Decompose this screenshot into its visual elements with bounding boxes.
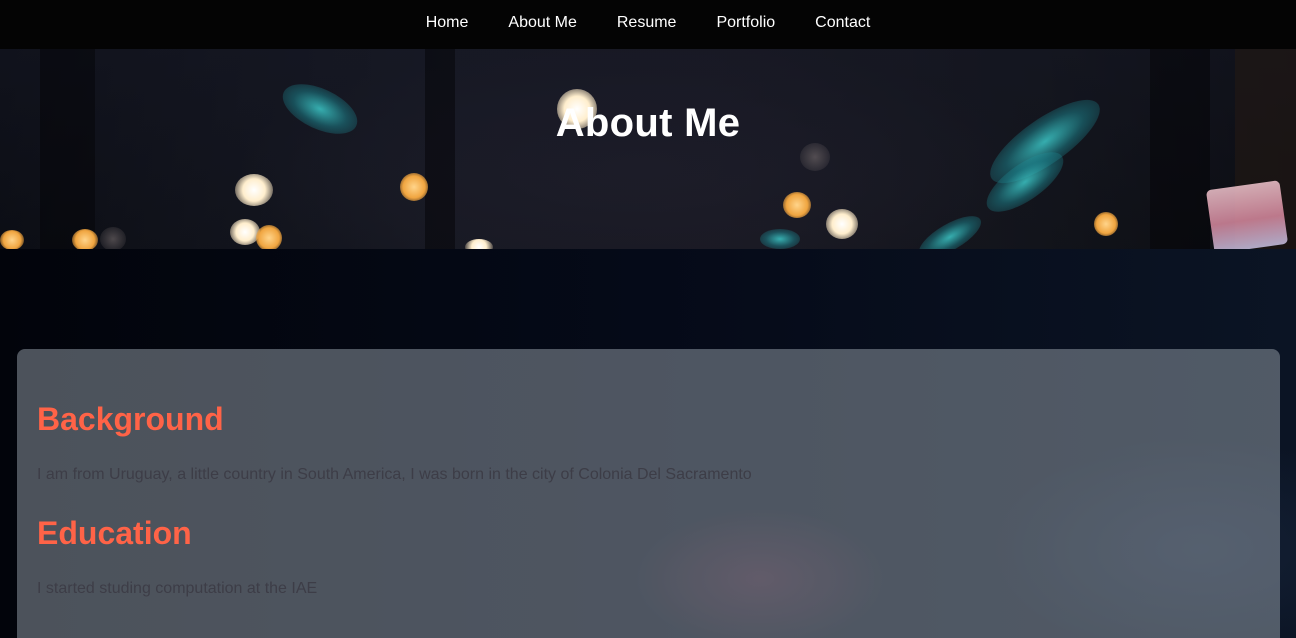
hero-bokeh-light — [1094, 212, 1118, 236]
nav-link-portfolio[interactable]: Portfolio — [696, 14, 795, 31]
hero-bokeh-light — [72, 229, 98, 249]
hero-bokeh-light — [400, 173, 428, 201]
hero-background-pillar — [425, 49, 455, 249]
background-section: Background I am from Uruguay, a little c… — [37, 401, 1260, 485]
hero-bokeh-light — [760, 229, 800, 249]
nav-link-home[interactable]: Home — [406, 14, 489, 31]
top-navbar: Home About Me Resume Portfolio Contact — [0, 0, 1296, 49]
hero-bokeh-light — [256, 225, 282, 249]
nav-link-contact[interactable]: Contact — [795, 14, 890, 31]
hero-background-pillar — [40, 49, 95, 249]
hero-bokeh-light — [783, 192, 811, 218]
hero-bokeh-light — [800, 143, 830, 171]
nav-item-portfolio: Portfolio — [696, 0, 795, 46]
nav-item-about-me: About Me — [488, 0, 596, 46]
page-title: About Me — [555, 101, 741, 145]
section-text-education: I started studing computation at the IAE — [37, 580, 318, 597]
nav-link-resume[interactable]: Resume — [597, 14, 697, 31]
content-card: Background I am from Uruguay, a little c… — [17, 349, 1280, 638]
hero-banner: About Me — [0, 49, 1296, 249]
hero-background-pillar — [1150, 49, 1210, 249]
section-heading-background: Background — [37, 401, 224, 437]
section-text-background: I am from Uruguay, a little country in S… — [37, 466, 752, 483]
hero-bokeh-light — [913, 208, 987, 249]
nav-item-resume: Resume — [597, 0, 697, 46]
nav-link-about-me[interactable]: About Me — [488, 14, 596, 31]
education-section: Education I started studing computation … — [37, 515, 1260, 599]
section-heading-education: Education — [37, 515, 192, 551]
hero-bokeh-light — [100, 227, 126, 249]
nav-links: Home About Me Resume Portfolio Contact — [0, 0, 1296, 46]
hero-bokeh-light — [235, 174, 273, 206]
nav-item-contact: Contact — [795, 0, 890, 46]
hero-sign-light — [1205, 180, 1289, 249]
hero-bokeh-light — [826, 209, 858, 239]
hero-bokeh-light — [465, 239, 493, 249]
nav-item-home: Home — [406, 0, 489, 46]
hero-bokeh-light — [0, 230, 24, 249]
